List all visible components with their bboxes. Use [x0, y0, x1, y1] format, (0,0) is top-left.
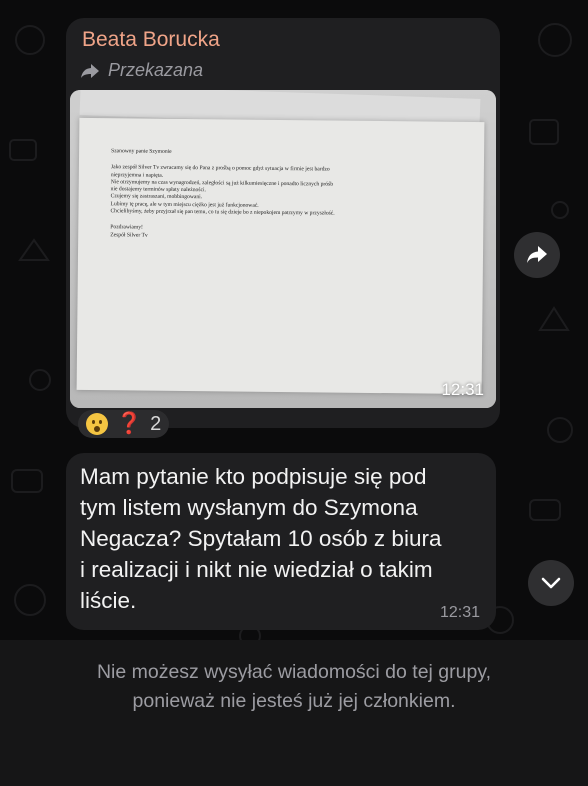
letter-text: Szanowny panie Szymonie Jako zespół Silv… [110, 148, 451, 243]
letter-photo[interactable]: Szanowny panie Szymonie Jako zespół Silv… [70, 90, 496, 408]
text-message[interactable]: Mam pytanie kto podpisuje się pod tym li… [66, 453, 496, 630]
share-arrow-icon [527, 246, 547, 263]
not-member-notice: Nie możesz wysyłać wiadomości do tej gru… [0, 658, 588, 716]
surprised-face-icon[interactable] [86, 413, 108, 435]
forwarded-text: Przekazana [108, 60, 204, 80]
forwarded-photo-message[interactable]: Beata Borucka Przekazana Szanowny panie … [66, 18, 500, 438]
reactions-bar[interactable]: ❓ 2 [78, 410, 170, 438]
chevron-down-icon [541, 577, 561, 589]
forward-arrow-icon [81, 63, 99, 78]
notice-line: ponieważ nie jesteś już jej członkiem. [132, 690, 456, 712]
message-timestamp: 12:31 [439, 604, 480, 621]
letter-sheet: Szanowny panie Szymonie Jako zespół Silv… [76, 117, 485, 395]
message-line: Mam pytanie kto podpisuje się pod [80, 464, 427, 489]
share-button[interactable] [514, 232, 560, 278]
message-line: tym listem wysłanym do Szymona [80, 495, 418, 520]
red-question-mark-icon[interactable]: ❓ [116, 412, 142, 436]
notice-line: Nie możesz wysyłać wiadomości do tej gru… [96, 661, 492, 683]
message-line: Negacza? Spytałam 10 osób z biura [80, 526, 442, 551]
reaction-count: 2 [150, 412, 162, 435]
photo-timestamp: 12:31 [441, 380, 484, 399]
message-line: i realizacji i nikt nie wiedział o takim [80, 557, 433, 582]
sender-name[interactable]: Beata Borucka [82, 28, 220, 52]
forwarded-label: Przekazana [80, 60, 203, 81]
message-line: liście. [80, 588, 137, 613]
scroll-down-button[interactable] [528, 560, 574, 606]
message-text: Mam pytanie kto podpisuje się pod tym li… [80, 461, 490, 616]
footer-bar: Nie możesz wysyłać wiadomości do tej gru… [0, 640, 588, 786]
